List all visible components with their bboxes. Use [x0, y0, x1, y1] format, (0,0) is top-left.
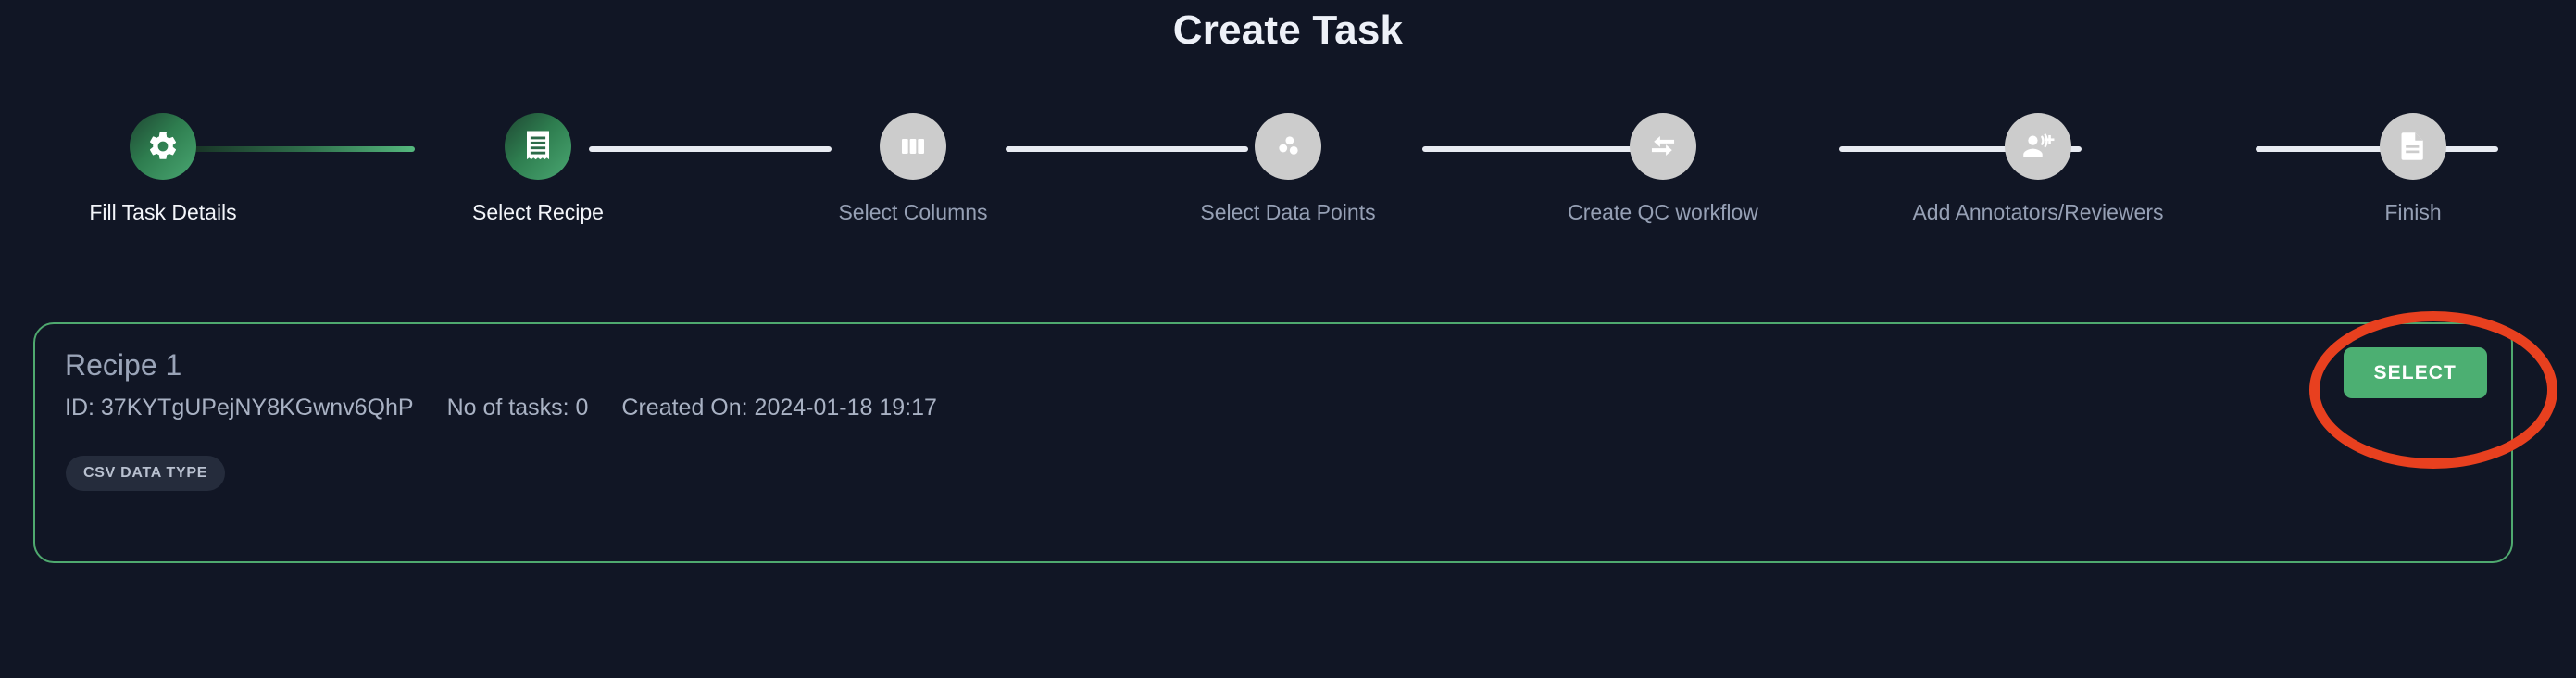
recipe-card[interactable]: Recipe 1 ID: 37KYTgUPejNY8KGwnv6QhP No o… — [33, 322, 2513, 563]
step-label-1: Fill Task Details — [89, 200, 237, 224]
document-icon — [2399, 131, 2427, 162]
recipe-created-on: Created On: 2024-01-18 19:17 — [621, 395, 937, 421]
step-connector-1 — [172, 146, 415, 152]
receipt-icon — [523, 130, 553, 163]
step-icon-circle-1[interactable] — [130, 113, 196, 180]
gear-icon — [146, 130, 180, 163]
create-task-page: Create Task Fill Task Details Select Rec… — [0, 0, 2576, 678]
step-label-3: Select Columns — [838, 200, 988, 224]
step-icon-circle-4[interactable] — [1255, 113, 1321, 180]
step-fill-task-details[interactable]: Fill Task Details — [33, 113, 293, 223]
step-connector-6 — [2256, 146, 2498, 152]
step-icon-circle-7[interactable] — [2380, 113, 2446, 180]
recipe-title: Recipe 1 — [65, 348, 182, 382]
create-task-stepper: Fill Task Details Select Recipe Select C… — [33, 113, 2543, 224]
step-label-4: Select Data Points — [1200, 200, 1376, 224]
select-recipe-button[interactable]: SELECT — [2343, 347, 2487, 398]
step-label-7: Finish — [2384, 200, 2442, 224]
compare-arrows-icon — [1647, 131, 1679, 162]
step-add-annotators-reviewers[interactable]: Add Annotators/Reviewers — [1908, 113, 2168, 223]
step-select-data-points[interactable]: Select Data Points — [1158, 113, 1418, 223]
step-icon-circle-6[interactable] — [2005, 113, 2071, 180]
recipe-meta-row: ID: 37KYTgUPejNY8KGwnv6QhP No of tasks: … — [65, 396, 937, 420]
recipe-id: ID: 37KYTgUPejNY8KGwnv6QhP — [65, 395, 414, 421]
step-connector-3 — [1006, 146, 1248, 152]
page-title: Create Task — [1172, 7, 1404, 53]
step-select-columns[interactable]: Select Columns — [783, 113, 1043, 223]
step-icon-circle-5[interactable] — [1630, 113, 1696, 180]
step-label-6: Add Annotators/Reviewers — [1912, 200, 2164, 224]
data-type-badge: CSV DATA TYPE — [66, 456, 226, 491]
columns-icon — [898, 132, 928, 161]
step-label-2: Select Recipe — [472, 200, 604, 224]
scatter-dots-icon — [1272, 131, 1304, 162]
step-select-recipe[interactable]: Select Recipe — [408, 113, 668, 223]
person-add-icon — [2021, 131, 2055, 162]
recipe-task-count: No of tasks: 0 — [446, 395, 589, 421]
step-icon-circle-3[interactable] — [880, 113, 946, 180]
step-icon-circle-2[interactable] — [505, 113, 571, 180]
step-connector-2 — [589, 146, 832, 152]
step-finish[interactable]: Finish — [2283, 113, 2543, 223]
step-create-qc-workflow[interactable]: Create QC workflow — [1533, 113, 1793, 223]
step-label-5: Create QC workflow — [1568, 200, 1758, 224]
step-connector-4 — [1422, 146, 1665, 152]
